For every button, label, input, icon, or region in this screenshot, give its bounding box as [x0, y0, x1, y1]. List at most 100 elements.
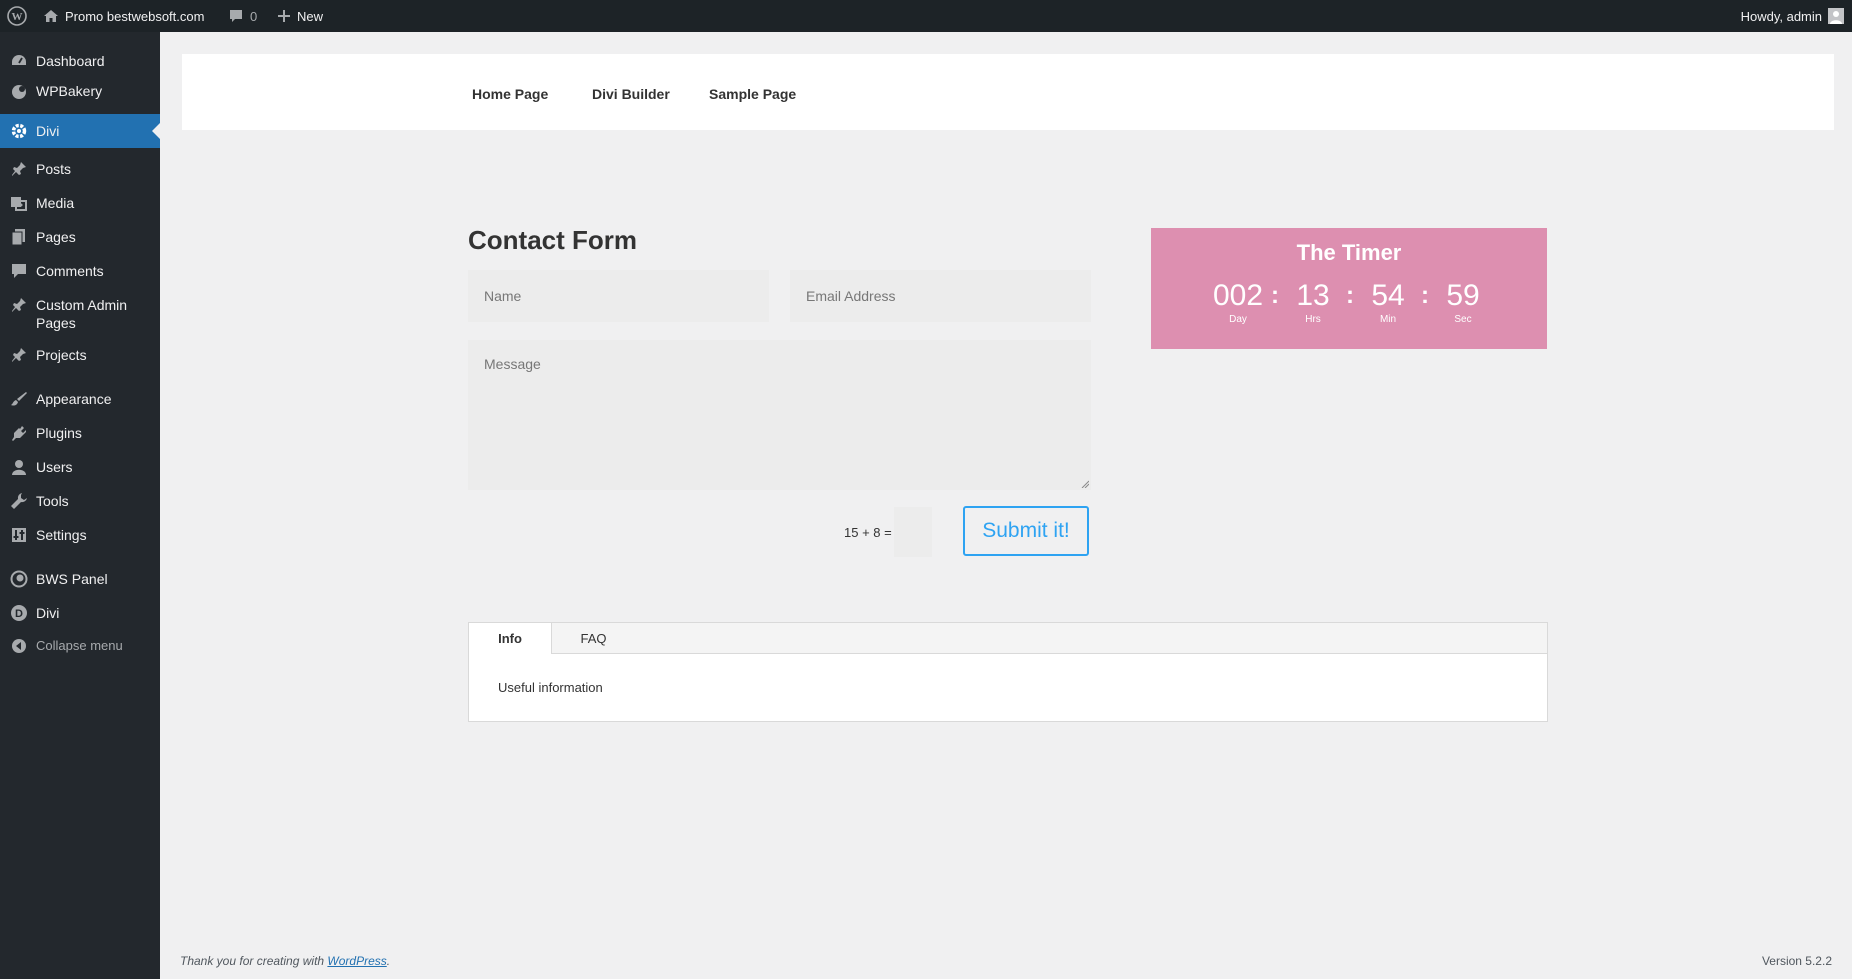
timer-days-label: Day — [1229, 314, 1247, 325]
content-area: Home Page Divi Builder Sample Page Conta… — [160, 32, 1852, 979]
nav-link-sample-page[interactable]: Sample Page — [709, 86, 796, 102]
sidebar-item-projects[interactable]: Projects — [0, 344, 160, 374]
sidebar-item-bws-panel[interactable]: BWS Panel — [0, 568, 160, 598]
sidebar-item-posts[interactable]: Posts — [0, 158, 160, 188]
name-placeholder: Name — [484, 288, 522, 304]
dashboard-icon — [9, 51, 29, 71]
sidebar-item-custom-admin-pages[interactable]: Custom Admin Pages — [0, 294, 160, 334]
pin-icon — [9, 295, 29, 315]
timer-days-value: 002 — [1212, 279, 1264, 312]
plus-icon — [278, 10, 290, 22]
settings-icon — [9, 525, 29, 545]
wrench-icon — [9, 491, 29, 511]
timer-days: 002 Day — [1208, 279, 1268, 326]
timer-minutes-label: Min — [1379, 314, 1397, 325]
sidebar-item-label: BWS Panel — [36, 571, 108, 587]
plugin-icon — [9, 423, 29, 443]
nav-link-home-page[interactable]: Home Page — [472, 86, 548, 102]
site-header: Home Page Divi Builder Sample Page — [182, 54, 1834, 130]
wpbakery-icon — [9, 81, 29, 101]
contact-form-title: Contact Form — [468, 225, 637, 255]
svg-text:W: W — [12, 11, 23, 23]
captcha-question: 15 + 8 = — [844, 525, 892, 540]
timer-separator: : — [1271, 282, 1279, 309]
site-name-link[interactable]: Promo bestwebsoft.com — [43, 0, 204, 32]
tab-info[interactable]: Info — [469, 623, 552, 654]
sidebar-item-pages[interactable]: Pages — [0, 226, 160, 256]
brush-icon — [9, 389, 29, 409]
pages-icon — [9, 227, 29, 247]
timer-hours: 13 Hrs — [1283, 279, 1343, 326]
howdy-greeting: Howdy, admin — [1740, 8, 1822, 24]
user-icon — [9, 457, 29, 477]
sidebar-item-label: Custom Admin Pages — [36, 297, 128, 331]
sidebar-item-label: Tools — [36, 493, 69, 509]
footer-thanks-suffix: . — [386, 954, 391, 968]
sidebar-item-tools[interactable]: Tools — [0, 490, 160, 520]
sidebar-item-divi-theme[interactable]: D Divi — [0, 602, 160, 632]
submit-button[interactable]: Submit it! — [963, 506, 1089, 556]
admin-bar: W Promo bestwebsoft.com 0 New Howdy, adm… — [0, 0, 1852, 32]
sidebar-item-media[interactable]: Media — [0, 192, 160, 222]
sidebar-item-label: WPBakery — [36, 83, 103, 99]
avatar-icon — [1828, 8, 1844, 24]
sidebar-item-comments[interactable]: Comments — [0, 260, 160, 290]
captcha-input[interactable] — [894, 507, 932, 557]
timer-title: The Timer — [1296, 240, 1402, 265]
sidebar-item-wpbakery[interactable]: WPBakery — [0, 80, 160, 110]
sidebar-item-label: Posts — [36, 161, 72, 177]
site-name: Promo bestwebsoft.com — [65, 8, 205, 24]
name-field[interactable]: Name — [468, 270, 769, 322]
account-menu[interactable]: Howdy, admin — [1741, 0, 1844, 32]
sidebar-item-dashboard[interactable]: Dashboard — [0, 50, 160, 80]
sidebar-item-label: Pages — [36, 229, 76, 245]
sidebar-item-users[interactable]: Users — [0, 456, 160, 486]
timer-seconds-label: Sec — [1454, 314, 1472, 325]
home-icon — [44, 10, 58, 22]
tab-faq[interactable]: FAQ — [552, 623, 635, 654]
bws-icon — [9, 569, 29, 589]
sidebar-item-label: Projects — [36, 347, 87, 363]
tab-content: Useful information — [498, 680, 603, 695]
sidebar-item-label: Plugins — [36, 425, 82, 441]
collapse-menu-button[interactable]: Collapse menu — [0, 636, 160, 666]
sidebar-item-label: Divi — [36, 605, 60, 621]
sidebar-item-label: Appearance — [36, 391, 112, 407]
tabs-module: Info FAQ Useful information — [468, 622, 1548, 722]
comments-count: 0 — [250, 8, 258, 24]
timer-seconds: 59 Sec — [1433, 279, 1493, 326]
message-field[interactable]: Message — [468, 340, 1091, 490]
footer-thanks: Thank you for creating with WordPress. — [180, 954, 390, 968]
timer-hours-label: Hrs — [1305, 314, 1321, 325]
comment-icon — [9, 261, 29, 281]
timer-separator: : — [1421, 282, 1429, 309]
new-label: New — [297, 8, 324, 24]
media-icon — [9, 193, 29, 213]
resize-grip-icon[interactable] — [1081, 480, 1089, 488]
tab-bar: Info FAQ — [469, 623, 1547, 654]
collapse-arrow-icon — [9, 636, 29, 656]
comments-link[interactable]: 0 — [228, 0, 257, 32]
comment-icon — [230, 10, 242, 22]
sidebar-item-label: Dashboard — [36, 53, 105, 69]
sidebar-item-label: Users — [36, 459, 73, 475]
sidebar-item-appearance[interactable]: Appearance — [0, 388, 160, 418]
email-field[interactable]: Email Address — [790, 270, 1091, 322]
countdown-timer: The Timer 002 Day : 13 Hrs : 54 Min : 59… — [1151, 228, 1547, 349]
pin-icon — [9, 345, 29, 365]
timer-hours-value: 13 — [1296, 279, 1330, 312]
sidebar-item-label: Comments — [36, 263, 104, 279]
nav-link-divi-builder[interactable]: Divi Builder — [592, 86, 670, 102]
new-content-link[interactable]: New — [277, 0, 323, 32]
wordpress-logo-icon[interactable]: W — [7, 0, 27, 32]
timer-seconds-value: 59 — [1446, 279, 1480, 312]
sidebar-item-divi[interactable]: Divi — [0, 114, 160, 148]
sidebar-item-label: Settings — [36, 527, 87, 543]
divi-logo-icon: D — [9, 603, 29, 623]
gear-icon — [9, 121, 29, 141]
sidebar-item-label: Media — [36, 195, 75, 211]
wordpress-link[interactable]: WordPress — [327, 954, 386, 968]
message-placeholder: Message — [484, 356, 541, 372]
sidebar-item-settings[interactable]: Settings — [0, 524, 160, 554]
sidebar-item-plugins[interactable]: Plugins — [0, 422, 160, 452]
